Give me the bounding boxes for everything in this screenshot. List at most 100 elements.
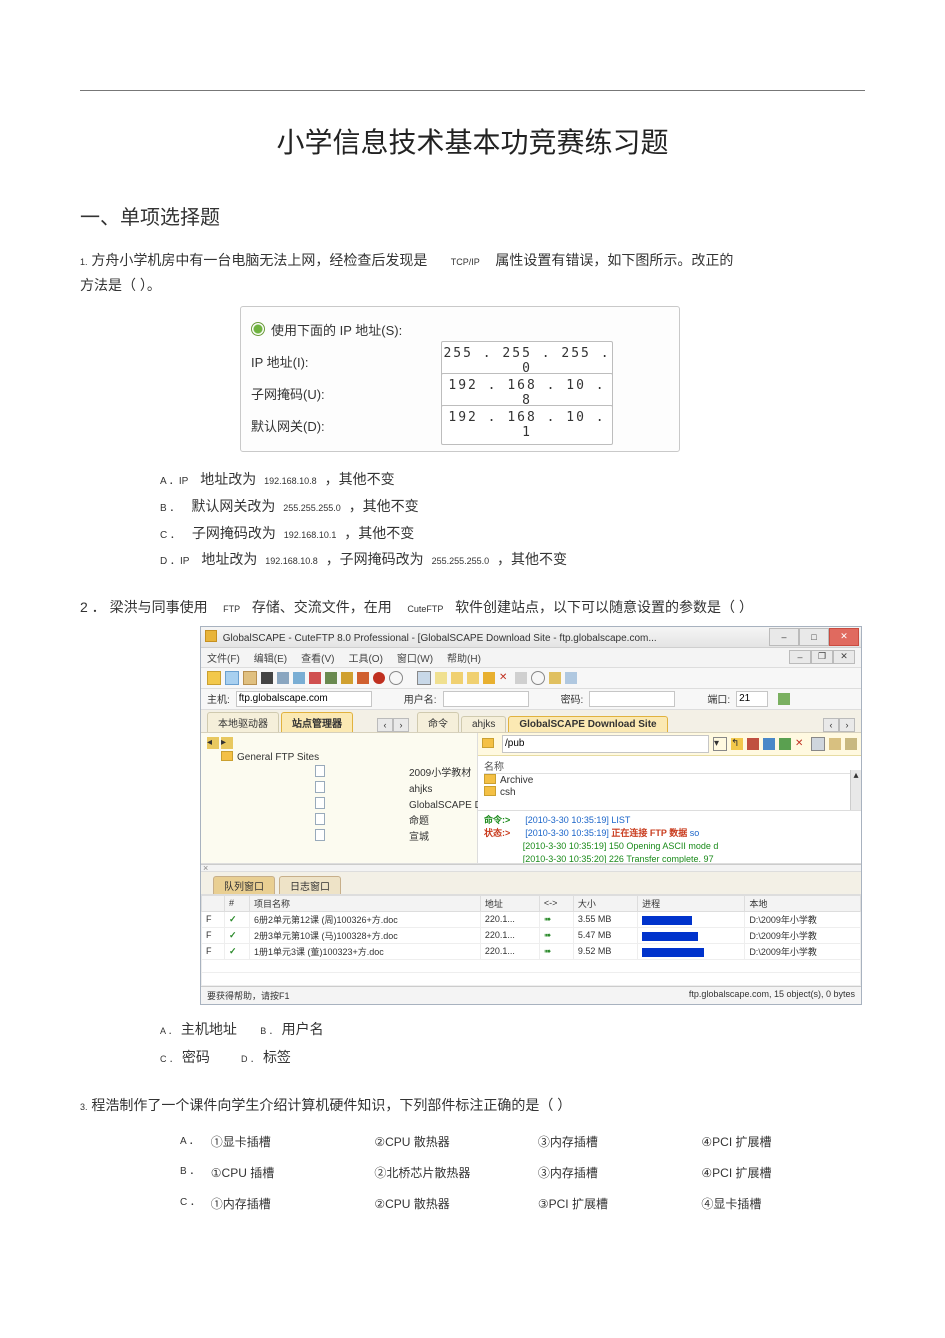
menu-file[interactable]: 文件(F) xyxy=(207,650,240,665)
q2-text-c: 软件创建站点，以下可以随意设置的参数是（ ） xyxy=(455,599,753,615)
rtabs-scroll-right-icon[interactable]: › xyxy=(839,718,855,732)
tree-item[interactable]: ahjks xyxy=(409,784,432,795)
view-mode-icon[interactable] xyxy=(811,737,825,751)
q3a-c3: ③内存插槽 xyxy=(538,1135,598,1149)
qcol-prog[interactable]: 进程 xyxy=(638,895,745,911)
queue-row[interactable]: F✓ 6册2单元第12课 (周)100326+方.doc220.1... ➠3.… xyxy=(202,911,861,927)
tool-back-icon[interactable] xyxy=(207,671,221,685)
new-folder-icon[interactable] xyxy=(747,738,759,750)
progress-bar xyxy=(642,948,704,957)
remote-item[interactable]: Archive xyxy=(500,775,533,786)
tool-grid-icon[interactable] xyxy=(417,671,431,685)
opt-c-t1: 子网掩码改为 xyxy=(192,525,276,541)
opt-c-t2: ，其他不变 xyxy=(344,525,414,541)
tool-sched-icon[interactable] xyxy=(531,671,545,685)
q3b-c4: ④PCI 扩展槽 xyxy=(701,1166,771,1180)
mdi-close-icon[interactable]: ✕ xyxy=(833,650,855,664)
remote-path-input[interactable] xyxy=(502,735,709,753)
minimize-button[interactable]: – xyxy=(769,628,799,646)
tool-warn-icon[interactable] xyxy=(483,672,495,684)
q2-opt-b-pre: B ． xyxy=(260,1026,278,1036)
tree-item[interactable]: 宣城 xyxy=(409,832,429,843)
maximize-button[interactable]: □ xyxy=(799,628,829,646)
rtab-command[interactable]: 命令 xyxy=(417,712,459,732)
mdi-restore-icon[interactable]: ❐ xyxy=(811,650,833,664)
qcol-num[interactable]: # xyxy=(225,895,250,911)
q2-k1: FTP xyxy=(223,604,240,614)
q2-k2: CuteFTP xyxy=(407,604,443,614)
opt-d-val: 192.168.10.8 xyxy=(265,556,318,566)
tree-item[interactable]: 命题 xyxy=(409,816,429,827)
tool-view-icon[interactable] xyxy=(515,672,527,684)
port-label: 端口: xyxy=(707,691,730,706)
menu-tools[interactable]: 工具(O) xyxy=(348,650,382,665)
menu-edit[interactable]: 编辑(E) xyxy=(254,650,287,665)
opt-b-t2: ，其他不变 xyxy=(349,498,419,514)
tool-left-icon[interactable] xyxy=(451,672,463,684)
qcol-local[interactable]: 本地 xyxy=(745,895,861,911)
tool-delete-icon[interactable]: ✕ xyxy=(499,672,511,684)
path-dropdown-icon[interactable]: ▾ xyxy=(713,737,727,751)
tool-up-icon[interactable] xyxy=(435,672,447,684)
remote-path-bar: ▾ ↰ ✕ xyxy=(478,733,861,756)
delete-remote-icon[interactable]: ✕ xyxy=(795,738,807,750)
opt-a-t2: ，其他不变 xyxy=(325,471,395,487)
remote-item[interactable]: csh xyxy=(500,787,516,798)
rtabs-scroll-left-icon[interactable]: ‹ xyxy=(823,718,839,732)
close-button[interactable]: ✕ xyxy=(829,628,859,646)
radio-icon[interactable] xyxy=(251,322,265,336)
pass-input[interactable] xyxy=(589,691,675,707)
qtab-queue[interactable]: 队列窗口 xyxy=(213,876,275,894)
menu-window[interactable]: 窗口(W) xyxy=(397,650,433,665)
queue-row[interactable]: F✓ 1册1单元3课 (董)100323+方.doc220.1... ➠9.52… xyxy=(202,943,861,959)
connect-go-icon[interactable] xyxy=(778,693,790,705)
menu-view[interactable]: 查看(V) xyxy=(301,650,334,665)
props-icon[interactable] xyxy=(829,738,841,750)
refresh-remote-icon[interactable] xyxy=(779,738,791,750)
q1-text-a: 方舟小学机房中有一台电脑无法上网，经检查后发现是 xyxy=(91,252,427,268)
filter-remote-icon[interactable] xyxy=(845,738,857,750)
qcol-name[interactable]: 项目名称 xyxy=(249,895,480,911)
menu-help[interactable]: 帮助(H) xyxy=(447,650,481,665)
tree-item[interactable]: 2009小学教材 xyxy=(409,768,471,779)
scrollbar[interactable]: ▴ xyxy=(850,770,861,810)
tool-exec-icon[interactable] xyxy=(549,672,561,684)
queue-row[interactable]: F✓ 2册3单元第10课 (马)100328+方.doc220.1... ➠5.… xyxy=(202,927,861,943)
q2-opt-c-pre: C ． xyxy=(160,1054,178,1064)
pane-close-icon[interactable]: × xyxy=(203,863,208,873)
q2-opt-c: 密码 xyxy=(182,1049,210,1065)
ip-settings-panel: 使用下面的 IP 地址(S): IP 地址(I): 255 . 255 . 25… xyxy=(240,306,680,452)
default-gateway-field[interactable]: 192 . 168 . 10 . 1 xyxy=(441,405,613,445)
opt-b-t1: 默认网关改为 xyxy=(191,498,275,514)
remote-col-name: 名称 xyxy=(484,758,855,774)
user-input[interactable] xyxy=(443,691,529,707)
q3-options: A ． ①显卡插槽 ②CPU 散热器 ③内存插槽 ④PCI 扩展槽 B ． ①C… xyxy=(180,1126,865,1218)
opt-d-t3: ，其他不变 xyxy=(497,551,567,567)
q2-opt-d-pre: D ． xyxy=(241,1054,259,1064)
folder-icon xyxy=(482,738,498,750)
qcol-size[interactable]: 大小 xyxy=(573,895,637,911)
qcol-dir[interactable]: <-> xyxy=(539,895,573,911)
window-title: GlobalSCAPE - CuteFTP 8.0 Professional -… xyxy=(223,633,657,644)
tree-left-icon[interactable]: ◂ xyxy=(207,737,219,749)
progress-bar xyxy=(642,916,692,925)
q3b-c3: ③内存插槽 xyxy=(538,1166,598,1180)
tree-right-icon[interactable]: ▸ xyxy=(221,737,233,749)
tool-filter-icon[interactable] xyxy=(565,672,577,684)
opt-b-val: 255.255.255.0 xyxy=(283,503,341,513)
port-input[interactable] xyxy=(736,691,768,707)
subnet-mask-label: 子网掩码(U): xyxy=(251,384,441,403)
log-status-label: 状态:> xyxy=(484,828,510,838)
tool-right-icon[interactable] xyxy=(467,672,479,684)
rtab-gsdl[interactable]: GlobalSCAPE Download Site xyxy=(508,716,667,732)
rtab-ahjks[interactable]: ahjks xyxy=(461,716,506,732)
up-folder-icon[interactable]: ↰ xyxy=(731,738,743,750)
qcol-addr[interactable]: 地址 xyxy=(480,895,539,911)
bookmark-icon[interactable] xyxy=(763,738,775,750)
q3c-c2: ②CPU 散热器 xyxy=(374,1197,449,1211)
mdi-minimize-icon[interactable]: – xyxy=(789,650,811,664)
folder-icon xyxy=(484,787,500,798)
opt-b-pre: B ． xyxy=(160,503,179,514)
qtab-log[interactable]: 日志窗口 xyxy=(279,876,341,894)
check-icon: ✓ xyxy=(229,946,237,956)
